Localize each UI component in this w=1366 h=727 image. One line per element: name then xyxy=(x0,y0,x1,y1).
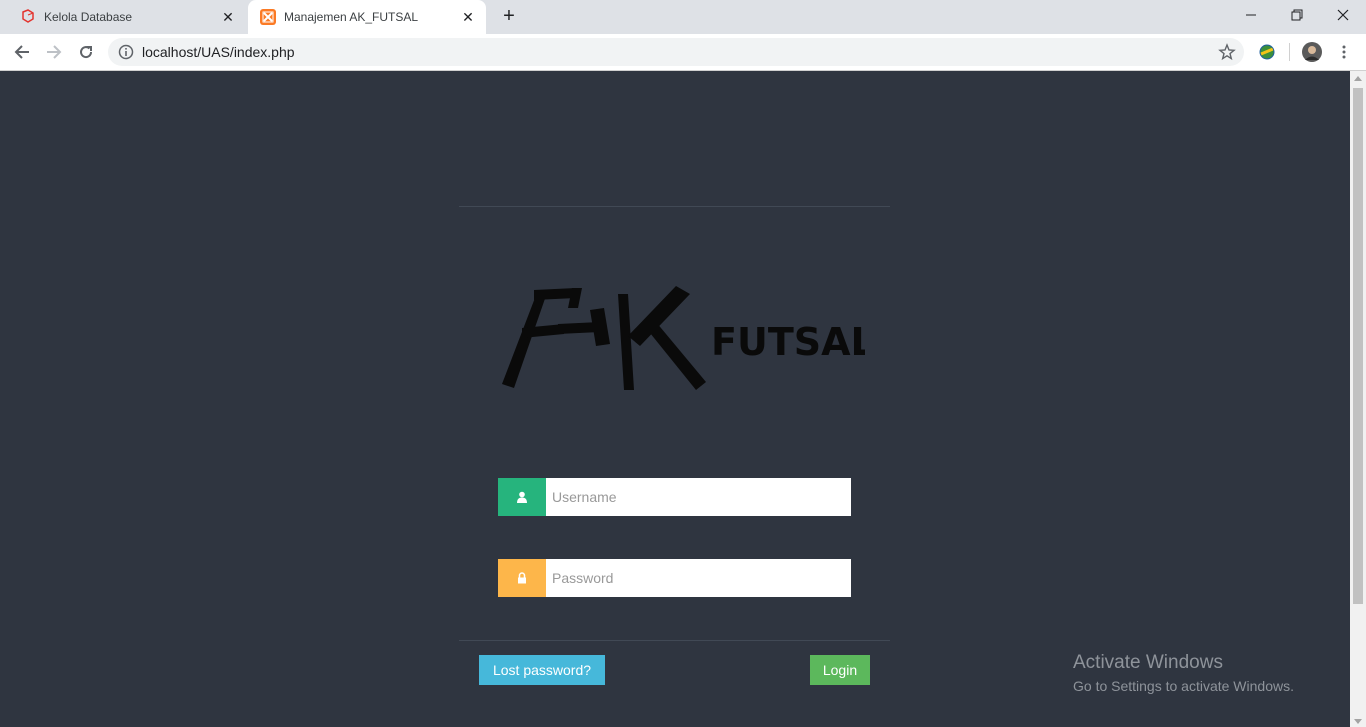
tab-strip: Kelola Database ✕ Manajemen AK_FUTSAL ✕ … xyxy=(0,0,1366,34)
logo-text: FUTSAL xyxy=(711,320,865,364)
tab-title: Manajemen AK_FUTSAL xyxy=(284,10,419,24)
ak-futsal-logo: FUTSAL xyxy=(500,284,875,394)
scrollbar-thumb[interactable] xyxy=(1353,88,1363,604)
username-input[interactable] xyxy=(546,478,851,516)
lost-password-button[interactable]: Lost password? xyxy=(479,655,605,685)
password-field xyxy=(498,559,851,597)
back-icon[interactable] xyxy=(10,40,34,64)
tab-manajemen-ak-futsal[interactable]: Manajemen AK_FUTSAL ✕ xyxy=(248,0,486,34)
close-tab-icon[interactable]: ✕ xyxy=(460,9,476,25)
divider-bottom xyxy=(459,640,890,641)
url-text: localhost/UAS/index.php xyxy=(142,44,295,60)
xampp-icon xyxy=(260,9,276,25)
restore-icon[interactable] xyxy=(1274,0,1320,30)
extension-icon[interactable] xyxy=(1257,42,1277,62)
divider-top xyxy=(459,206,890,207)
laravel-icon xyxy=(20,9,36,25)
close-tab-icon[interactable]: ✕ xyxy=(220,9,236,25)
watermark-title: Activate Windows xyxy=(1073,652,1223,673)
password-input[interactable] xyxy=(546,559,851,597)
activate-windows-watermark: Activate Windows Go to Settings to activ… xyxy=(1073,652,1294,694)
tab-title: Kelola Database xyxy=(44,10,133,24)
forward-icon[interactable] xyxy=(42,40,66,64)
login-page xyxy=(0,71,1350,727)
username-field xyxy=(498,478,851,516)
address-bar[interactable]: localhost/UAS/index.php xyxy=(108,38,1244,66)
toolbar-divider xyxy=(1289,43,1290,61)
minimize-icon[interactable] xyxy=(1228,0,1274,30)
browser-toolbar: localhost/UAS/index.php xyxy=(0,34,1366,71)
watermark-subtitle: Go to Settings to activate Windows. xyxy=(1073,678,1294,694)
login-button[interactable]: Login xyxy=(810,655,870,685)
menu-kebab-icon[interactable] xyxy=(1332,40,1356,64)
close-window-icon[interactable] xyxy=(1320,0,1366,30)
bookmark-star-icon[interactable] xyxy=(1218,43,1236,61)
scroll-up-arrow[interactable] xyxy=(1354,76,1362,81)
reload-icon[interactable] xyxy=(74,40,98,64)
user-icon xyxy=(498,478,546,516)
profile-avatar[interactable] xyxy=(1302,42,1322,62)
scrollbar[interactable] xyxy=(1350,71,1366,727)
lock-icon xyxy=(498,559,546,597)
info-icon[interactable] xyxy=(118,44,134,60)
new-tab-icon[interactable]: + xyxy=(498,5,520,27)
scroll-down-arrow[interactable] xyxy=(1354,719,1362,724)
tab-kelola-database[interactable]: Kelola Database ✕ xyxy=(8,0,246,34)
